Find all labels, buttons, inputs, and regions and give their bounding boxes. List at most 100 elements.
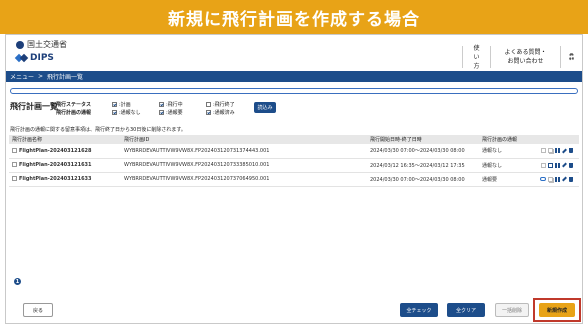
breadcrumb-separator: > (38, 73, 44, 80)
copy-icon[interactable] (548, 176, 553, 182)
dips-logo[interactable]: DIPS (16, 53, 54, 63)
load-button[interactable]: 読込み (254, 102, 276, 113)
status-filter-in-flight[interactable]: :飛行中 (159, 101, 206, 108)
option-label: :通報なし (119, 109, 141, 116)
option-label: :飛行中 (166, 101, 183, 108)
faq-link-line1: よくある質問・ (504, 49, 547, 56)
plan-name-link[interactable]: FlightPlan-202403121633 (19, 176, 92, 182)
delete-icon[interactable] (569, 162, 573, 168)
report-cell: 通報なし (479, 144, 537, 159)
app-window: 国土交通省 DIPS 使い方 よくある質問・ お問い合わせ メニュー > 飛行計… (5, 34, 583, 324)
checkbox-icon[interactable] (112, 109, 117, 115)
instruction-banner: 新規に飛行計画を作成する場合 (0, 0, 588, 34)
plan-id-cell: WYBRRDEVAUTTIVW9VW8X.FP20240312073137444… (121, 144, 367, 159)
ministry-header: 国土交通省 (16, 39, 67, 50)
check-all-button[interactable]: 全チェック (400, 303, 438, 317)
checkbox-icon[interactable] (159, 101, 164, 107)
row-checkbox[interactable] (12, 162, 17, 167)
actions-cell (537, 144, 579, 159)
settings-button[interactable] (560, 46, 582, 68)
ministry-name: 国土交通省 (27, 40, 67, 49)
copy-icon[interactable] (548, 148, 553, 154)
highlight-box (533, 298, 581, 322)
info-count-badge[interactable]: 1 (14, 278, 21, 285)
report-doc-icon[interactable] (541, 162, 546, 168)
plan-name-cell[interactable]: FlightPlan-202403121631 (9, 158, 121, 173)
report-cell: 通報なし (479, 158, 537, 173)
copy-icon[interactable] (548, 162, 553, 168)
row-checkbox[interactable] (12, 176, 17, 181)
back-button[interactable]: 戻る (23, 303, 53, 317)
header-report[interactable]: 飛行計画の通報 (479, 135, 537, 144)
status-filter-finished[interactable]: :飛行終了 (206, 101, 253, 108)
plan-name-link[interactable]: FlightPlan-202403121631 (19, 162, 92, 168)
plan-name-cell[interactable]: FlightPlan-202403121633 (9, 172, 121, 187)
usage-link[interactable]: 使い方 (462, 44, 490, 70)
bulk-delete-button[interactable]: 一括削除 (495, 303, 529, 317)
breadcrumb-current: 飛行計画一覧 (47, 74, 84, 81)
header-actions (537, 135, 579, 144)
table-row[interactable]: FlightPlan-202403121631 WYBRRDEVAUTTIVW9… (9, 158, 579, 173)
option-label: :計画 (119, 101, 131, 108)
dips-logo-text: DIPS (30, 53, 54, 63)
header-plan-id[interactable]: 飛行計画ID (121, 135, 367, 144)
report-filter-required[interactable]: :通報要 (159, 109, 206, 116)
status-filter-planned[interactable]: :計画 (112, 101, 159, 108)
table-row[interactable]: FlightPlan-202403121628 WYBRRDEVAUTTIVW9… (9, 144, 579, 159)
report-cell: 通報要 (479, 172, 537, 187)
status-filter-label: 飛行ステータス (56, 101, 92, 108)
ministry-emblem-icon (16, 40, 24, 49)
page-title: 飛行計画一覧 (10, 102, 58, 111)
gear-icon (569, 53, 574, 61)
report-filter-row: 飛行計画の通報 :通報なし :通報要 :通報済み (56, 108, 253, 116)
detail-icon[interactable] (555, 176, 560, 182)
clear-all-button[interactable]: 全クリア (447, 303, 485, 317)
faq-link[interactable]: よくある質問・ お問い合わせ (490, 46, 560, 68)
checkbox-icon[interactable] (206, 109, 211, 115)
report-filter-done[interactable]: :通報済み (206, 109, 253, 116)
breadcrumb: メニュー > 飛行計画一覧 (6, 71, 582, 82)
faq-link-line2: お問い合わせ (507, 58, 544, 65)
actions-cell (537, 172, 579, 187)
checkbox-icon[interactable] (112, 101, 117, 107)
row-checkbox[interactable] (12, 147, 17, 153)
period-cell: 2024/03/30 07:00～2024/03/30 08:00 (367, 144, 479, 159)
header-plan-name[interactable]: 飛行計画名称 (9, 135, 121, 144)
option-label: :通報済み (213, 109, 235, 116)
checkbox-icon[interactable] (206, 101, 211, 107)
header-period[interactable]: 飛行開始日時-終了日時 (367, 135, 479, 144)
table-row[interactable]: FlightPlan-202403121633 WYBRRDEVAUTTIVW9… (9, 172, 579, 187)
delete-icon[interactable] (569, 176, 573, 182)
table-header-row: 飛行計画名称 飛行計画ID 飛行開始日時-終了日時 飛行計画の通報 (9, 135, 579, 144)
dips-logo-icon (16, 54, 27, 63)
checkbox-icon[interactable] (159, 109, 164, 115)
retention-note: 飛行計画の通報に関する留意事項は、飛行終了日から30日後に削除されます。 (10, 127, 186, 133)
option-label: :通報要 (166, 109, 183, 116)
usage-link-label: 使い方 (473, 44, 480, 70)
report-filter-label: 飛行計画の通報 (56, 109, 92, 116)
delete-icon[interactable] (569, 148, 573, 154)
report-chat-icon[interactable] (540, 177, 546, 181)
detail-icon[interactable] (555, 148, 560, 154)
period-cell: 2024/03/12 16:35～2024/03/12 17:35 (367, 158, 479, 173)
search-bar[interactable] (10, 88, 578, 94)
plan-name-link[interactable]: FlightPlan-202403121628 (19, 148, 92, 154)
status-filter-row: 飛行ステータス :計画 :飛行中 :飛行終了 (56, 100, 253, 108)
header-links: 使い方 よくある質問・ お問い合わせ (462, 44, 582, 70)
banner-title: 新規に飛行計画を作成する場合 (168, 9, 420, 30)
period-cell: 2024/03/30 07:00～2024/03/30 08:00 (367, 172, 479, 187)
option-label: :飛行終了 (213, 101, 235, 108)
plan-id-cell: WYBRRDEVAUTTIVW9VW8X.FP20240312073338501… (121, 158, 367, 173)
report-doc-icon[interactable] (541, 148, 546, 154)
filter-panel: 飛行ステータス :計画 :飛行中 :飛行終了 飛行計画の通報 :通報なし :通報… (56, 100, 253, 116)
plan-id-cell: WYBRRDEVAUTTIVW9VW8X.FP20240312073706495… (121, 172, 367, 187)
breadcrumb-menu[interactable]: メニュー (10, 72, 34, 81)
edit-icon[interactable] (562, 162, 567, 168)
detail-icon[interactable] (555, 162, 560, 168)
edit-icon[interactable] (562, 176, 567, 182)
plan-name-cell[interactable]: FlightPlan-202403121628 (9, 144, 121, 159)
report-filter-none[interactable]: :通報なし (112, 109, 159, 116)
flight-plan-table: 飛行計画名称 飛行計画ID 飛行開始日時-終了日時 飛行計画の通報 Flight… (9, 135, 579, 187)
actions-cell (537, 158, 579, 173)
edit-icon[interactable] (562, 148, 567, 154)
